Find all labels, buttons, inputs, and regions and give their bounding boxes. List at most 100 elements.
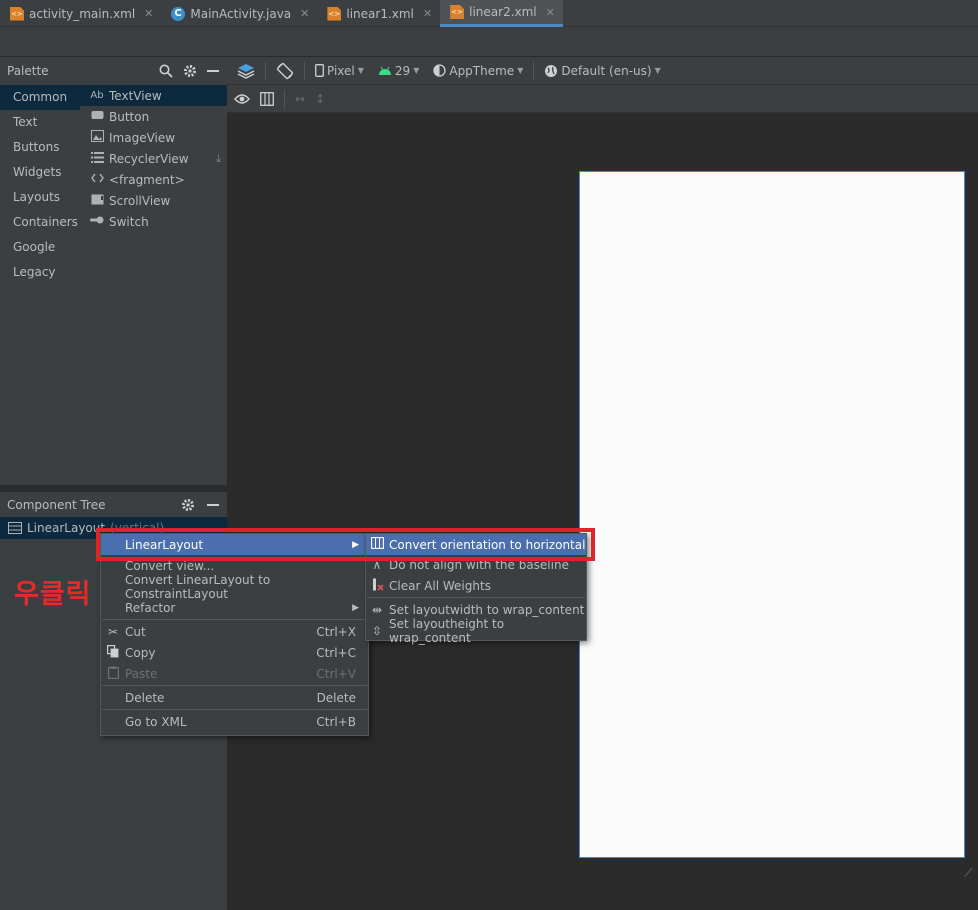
close-icon[interactable]: ✕	[423, 7, 432, 20]
component-tree-title: Component Tree	[7, 497, 106, 512]
category-legacy[interactable]: Legacy	[0, 260, 80, 285]
category-common[interactable]: Common	[0, 85, 80, 110]
java-class-icon	[171, 6, 186, 21]
view-options-toolbar: ↔ ↕	[227, 85, 978, 113]
submenu-item-label: Do not align with the baseline	[389, 558, 569, 572]
resize-handle-icon[interactable]: ⟋	[964, 866, 972, 881]
gear-icon[interactable]	[181, 498, 195, 512]
xml-file-icon	[450, 5, 465, 19]
vertical-resize-icon[interactable]: ↕	[315, 92, 325, 106]
download-icon[interactable]: ⤓	[216, 152, 221, 166]
menu-item-convert-to-constraint[interactable]: Convert LinearLayout to ConstraintLayout	[101, 573, 368, 601]
category-containers[interactable]: Containers	[0, 210, 80, 235]
menu-separator	[102, 685, 367, 686]
clear-weights-icon	[370, 578, 384, 594]
palette-item-switch[interactable]: Switch	[80, 211, 227, 232]
item-label: <fragment>	[109, 172, 185, 187]
scroll-icon	[90, 194, 104, 208]
menu-item-label: Cut	[125, 624, 146, 639]
menu-item-copy[interactable]: Copy Ctrl+C	[101, 642, 368, 663]
list-icon	[90, 151, 104, 166]
palette-item-button[interactable]: Button	[80, 106, 227, 127]
context-menu: LinearLayout ▶ Convert view... Convert L…	[100, 533, 369, 736]
category-text[interactable]: Text	[0, 110, 80, 135]
palette-item-recyclerview[interactable]: RecyclerView ⤓	[80, 148, 227, 169]
close-icon[interactable]: ✕	[144, 7, 153, 20]
eye-icon[interactable]	[234, 93, 250, 105]
search-icon[interactable]	[159, 64, 173, 78]
android-icon	[378, 66, 391, 75]
submenu-item-convert-orientation[interactable]: Convert orientation to horizontal	[366, 534, 586, 555]
blueprint-columns-icon[interactable]	[260, 91, 274, 106]
submenu-item-baseline[interactable]: ⊼ Do not align with the baseline	[366, 555, 586, 575]
image-icon	[90, 130, 104, 145]
layers-icon	[237, 63, 255, 79]
baseline-icon: ⊼	[372, 558, 382, 572]
gear-icon[interactable]	[183, 64, 197, 78]
textview-icon: Ab	[90, 90, 104, 101]
category-buttons[interactable]: Buttons	[0, 135, 80, 160]
globe-icon	[545, 64, 558, 77]
menu-item-shortcut: Ctrl+X	[316, 624, 356, 639]
code-icon	[90, 173, 104, 186]
chevron-down-icon: ▼	[357, 66, 364, 75]
tab-main-activity[interactable]: MainActivity.java ✕	[161, 0, 317, 27]
palette-item-textview[interactable]: Ab TextView	[80, 85, 227, 106]
category-widgets[interactable]: Widgets	[0, 160, 80, 185]
copy-icon	[106, 644, 120, 661]
right-click-annotation: 우클릭	[14, 579, 92, 610]
submenu-item-clear-weights[interactable]: Clear All Weights	[366, 575, 586, 596]
horizontal-resize-icon[interactable]: ↔	[295, 92, 305, 106]
close-icon[interactable]: ✕	[300, 7, 309, 20]
tab-linear1[interactable]: linear1.xml ✕	[317, 0, 440, 27]
tab-linear2[interactable]: linear2.xml ✕	[440, 0, 563, 27]
api-level-selector[interactable]: 29 ▼	[374, 60, 423, 82]
locale-selector[interactable]: Default (en-us) ▼	[540, 60, 664, 82]
design-mode-bar	[0, 27, 978, 57]
design-surface-button[interactable]	[233, 60, 259, 82]
item-label: Switch	[109, 214, 149, 229]
toolbar-divider	[284, 89, 285, 108]
item-label: Button	[109, 109, 150, 124]
xml-file-icon	[10, 6, 24, 21]
menu-item-linearlayout[interactable]: LinearLayout ▶	[101, 534, 368, 555]
wrap-height-icon: ⇳	[371, 623, 383, 638]
menu-item-label: Refactor	[125, 600, 176, 615]
menu-item-go-to-xml[interactable]: Go to XML Ctrl+B	[101, 711, 368, 732]
submenu-item-wrap-height[interactable]: ⇳ Set layoutheight to wrap_content	[366, 617, 586, 645]
menu-item-paste[interactable]: Paste Ctrl+V	[101, 663, 368, 684]
switch-icon	[90, 216, 104, 227]
device-selector[interactable]: Pixel ▼	[311, 60, 368, 82]
tab-activity-main[interactable]: activity_main.xml ✕	[0, 0, 161, 27]
palette-item-imageview[interactable]: ImageView	[80, 127, 227, 148]
design-canvas[interactable]	[227, 113, 978, 910]
menu-item-refactor[interactable]: Refactor ▶	[101, 597, 368, 618]
scissors-icon: ✂	[107, 624, 119, 639]
menu-item-label: Go to XML	[125, 714, 187, 729]
minimize-icon[interactable]	[207, 65, 219, 77]
paste-icon	[106, 666, 120, 682]
theme-selector[interactable]: AppTheme ▼	[429, 60, 527, 82]
device-preview[interactable]	[579, 171, 965, 858]
minimize-icon[interactable]	[207, 499, 219, 511]
xml-file-icon	[327, 6, 342, 21]
palette-item-fragment[interactable]: <fragment>	[80, 169, 227, 190]
toolbar-divider	[265, 61, 266, 80]
category-google[interactable]: Google	[0, 235, 80, 260]
orientation-button[interactable]	[272, 60, 298, 82]
chevron-down-icon: ▼	[654, 66, 661, 75]
menu-item-cut[interactable]: ✂ Cut Ctrl+X	[101, 621, 368, 642]
menu-item-delete[interactable]: Delete Delete	[101, 687, 368, 708]
submenu-item-label: Convert orientation to horizontal	[389, 537, 586, 552]
tab-label: MainActivity.java	[190, 6, 292, 21]
close-icon[interactable]: ✕	[546, 6, 555, 19]
chevron-down-icon: ▼	[517, 66, 524, 75]
chevron-down-icon: ▼	[413, 66, 420, 75]
category-layouts[interactable]: Layouts	[0, 185, 80, 210]
menu-item-shortcut: Ctrl+C	[316, 645, 356, 660]
tab-label: linear2.xml	[469, 5, 537, 19]
palette-item-scrollview[interactable]: ScrollView	[80, 190, 227, 211]
menu-separator	[367, 597, 585, 598]
theme-label: AppTheme	[449, 63, 515, 78]
item-label: ScrollView	[109, 193, 171, 208]
